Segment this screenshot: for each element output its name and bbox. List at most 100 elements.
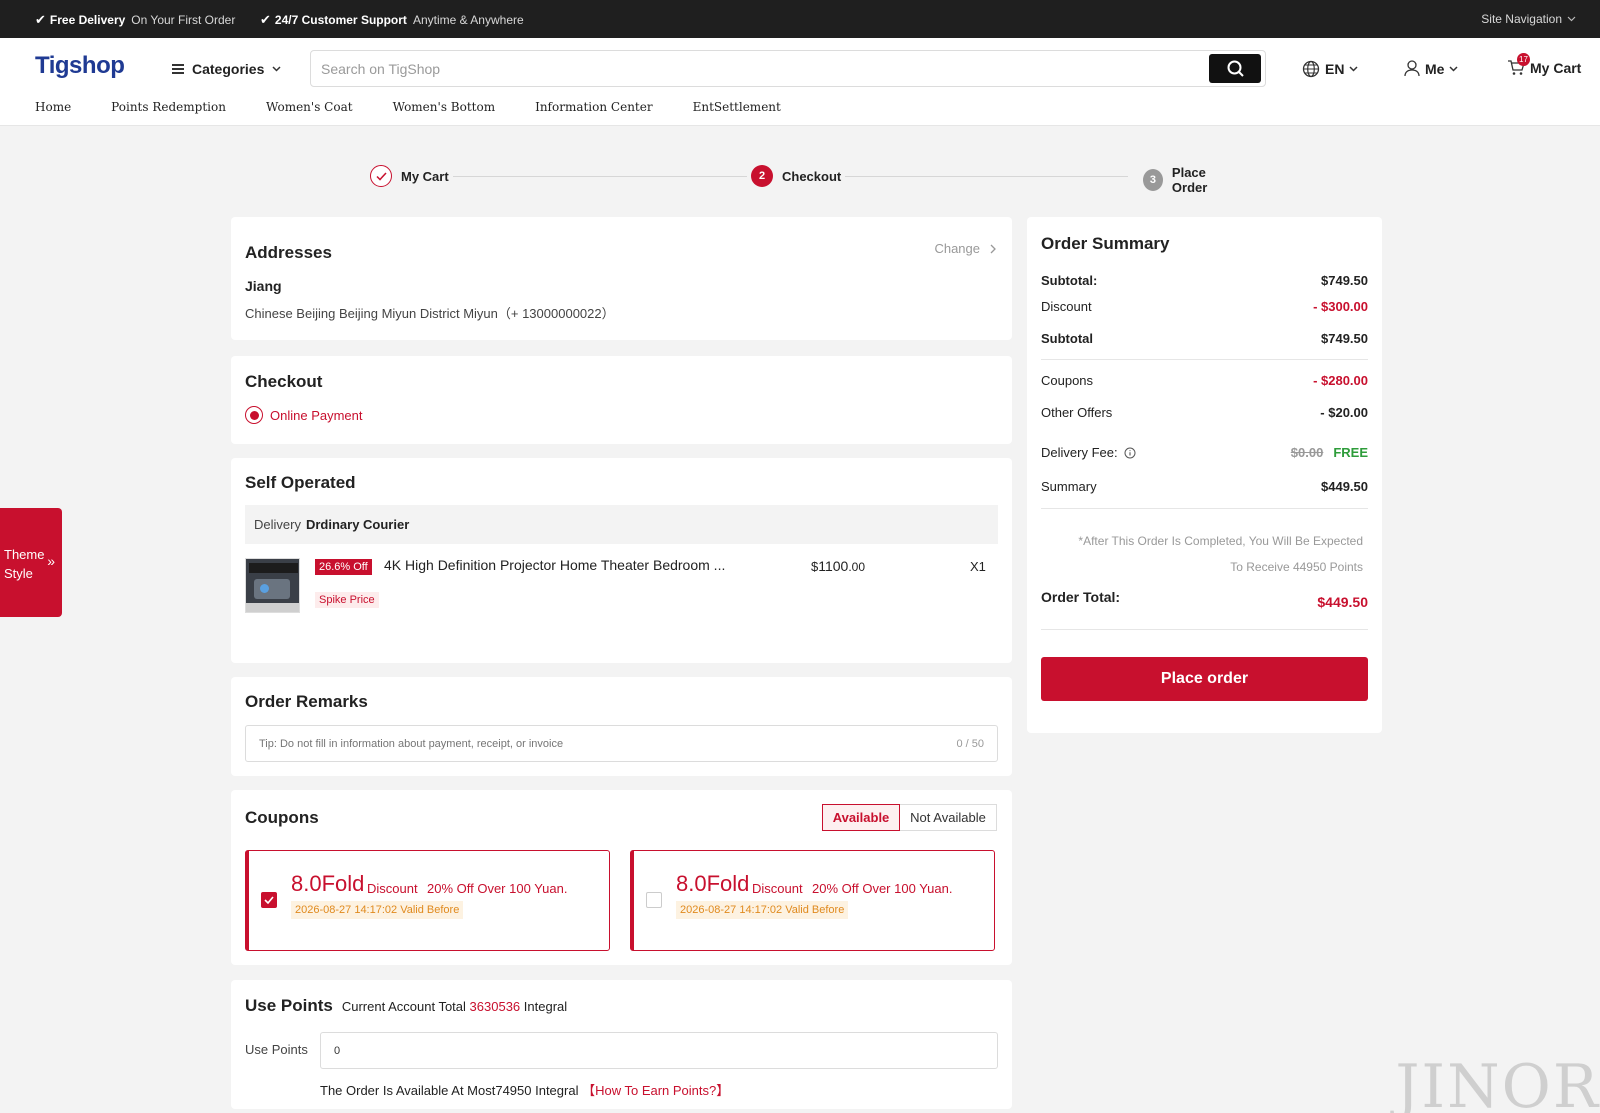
nav-information-center[interactable]: Information Center bbox=[535, 100, 653, 114]
order-summary: Order Summary Subtotal: $749.50 Discount… bbox=[1027, 217, 1382, 733]
delivery-fee-label-wrap: Delivery Fee: bbox=[1041, 445, 1136, 460]
remarks-input[interactable] bbox=[246, 726, 926, 761]
online-payment-option[interactable]: Online Payment bbox=[245, 406, 363, 424]
search-input[interactable] bbox=[311, 51, 1191, 86]
coupons-card: Coupons Available Not Available 8.0Fold … bbox=[231, 790, 1012, 965]
other-offers-label: Other Offers bbox=[1041, 405, 1113, 420]
cart-link[interactable]: 17 My Cart bbox=[1507, 53, 1582, 76]
price-decimal: .00 bbox=[848, 560, 866, 574]
tab-available[interactable]: Available bbox=[822, 804, 900, 831]
price-main: 1100 bbox=[818, 558, 849, 574]
spike-price-tag: Spike Price bbox=[315, 592, 379, 608]
cart-icon-wrap: 17 bbox=[1507, 53, 1530, 76]
coupon-type: Discount bbox=[367, 881, 418, 896]
categories-menu[interactable]: Categories bbox=[172, 61, 281, 77]
checkout-steps: My Cart 2 Checkout 3 Place Order bbox=[366, 165, 1242, 195]
nav-womens-coat[interactable]: Women's Coat bbox=[266, 100, 353, 114]
language-selector[interactable]: EN bbox=[1302, 60, 1358, 78]
theme-style-tab[interactable]: Theme Style » bbox=[0, 508, 62, 617]
chevron-down-icon bbox=[1449, 65, 1458, 72]
info-icon[interactable] bbox=[1124, 447, 1136, 459]
subtotal-value: $749.50 bbox=[1321, 273, 1368, 288]
delivery-label: Delivery bbox=[254, 517, 301, 532]
promo-free-delivery: ✔ Free Delivery On Your First Order bbox=[35, 12, 235, 28]
discount-value: - $300.00 bbox=[1313, 299, 1368, 314]
order-total-label: Order Total: bbox=[1041, 589, 1121, 605]
check-circle-icon bbox=[370, 165, 392, 187]
step-checkout: 2 Checkout bbox=[747, 165, 846, 187]
step-label: My Cart bbox=[401, 168, 449, 184]
address-detail: Chinese Beijing Beijing Miyun District M… bbox=[245, 306, 615, 321]
user-icon bbox=[1404, 60, 1420, 77]
nav-home[interactable]: Home bbox=[35, 100, 71, 114]
change-label: Change bbox=[934, 241, 980, 256]
tab-not-available[interactable]: Not Available bbox=[900, 804, 997, 831]
delivery-fee-values: $0.00 FREE bbox=[1291, 445, 1368, 460]
order-total-row: Order Total: $449.50 bbox=[1041, 589, 1368, 610]
delivery-free-label: FREE bbox=[1333, 445, 1368, 460]
coupon-valid-date: 2026-08-27 14:17:02 Valid Before bbox=[676, 901, 849, 919]
main-nav: Home Points Redemption Women's Coat Wome… bbox=[35, 100, 781, 114]
summary-label: Summary bbox=[1041, 479, 1097, 494]
chevron-right-icon bbox=[990, 244, 996, 253]
chevron-down-icon bbox=[1567, 16, 1576, 22]
shop-card: Self Operated Delivery Drdinary Courier … bbox=[231, 458, 1012, 663]
nav-womens-bottom[interactable]: Women's Bottom bbox=[393, 100, 496, 114]
remarks-counter: 0 / 50 bbox=[956, 738, 984, 750]
product-name[interactable]: 4K High Definition Projector Home Theate… bbox=[384, 557, 725, 573]
chevron-down-icon bbox=[272, 66, 281, 72]
cart-label: My Cart bbox=[1530, 60, 1582, 76]
coupons-value: - $280.00 bbox=[1313, 373, 1368, 388]
coupons-title: Coupons bbox=[245, 808, 319, 827]
search-bar bbox=[310, 50, 1266, 87]
product-image[interactable] bbox=[245, 558, 300, 613]
divider bbox=[1041, 629, 1368, 630]
remarks-title: Order Remarks bbox=[245, 692, 368, 711]
summary-title: Order Summary bbox=[1041, 234, 1170, 253]
promo-title: 24/7 Customer Support bbox=[274, 13, 407, 27]
address-title: Addresses bbox=[245, 243, 332, 262]
watermark: JINOR bbox=[1395, 1052, 1600, 1113]
step-label: Place Order bbox=[1171, 165, 1208, 195]
points-input[interactable] bbox=[321, 1033, 981, 1068]
account-suffix: Integral bbox=[523, 999, 568, 1014]
change-address-link[interactable]: Change bbox=[934, 241, 996, 256]
logo-text: Tigshop bbox=[35, 52, 125, 79]
points-note: The Order Is Available At Most74950 Inte… bbox=[320, 1080, 729, 1099]
promo-title: Free Delivery bbox=[49, 13, 126, 27]
place-order-button[interactable]: Place order bbox=[1041, 657, 1368, 701]
nav-entsettlement[interactable]: EntSettlement bbox=[693, 100, 781, 114]
coupon-rule: 20% Off Over 100 Yuan. bbox=[427, 881, 568, 896]
check-icon: ✔ bbox=[35, 12, 46, 27]
account-menu[interactable]: Me bbox=[1404, 60, 1458, 77]
site-logo[interactable]: Tigshop bbox=[35, 52, 125, 80]
address-name: Jiang bbox=[245, 278, 282, 294]
summary-discount-row: Discount - $300.00 bbox=[1041, 299, 1368, 314]
divider bbox=[1041, 508, 1368, 509]
points-expected-note: *After This Order Is Completed, You Will… bbox=[1078, 528, 1363, 580]
nav-points-redemption[interactable]: Points Redemption bbox=[111, 100, 226, 114]
promo-subtitle: On Your First Order bbox=[131, 13, 236, 27]
coupon-item[interactable]: 8.0Fold Discount 20% Off Over 100 Yuan. … bbox=[245, 850, 610, 951]
checkbox-unchecked[interactable] bbox=[646, 892, 662, 908]
payment-label: Online Payment bbox=[270, 407, 363, 423]
categories-label: Categories bbox=[192, 61, 265, 77]
double-chevron-right-icon: » bbox=[47, 553, 55, 569]
summary-total-row: Summary $449.50 bbox=[1041, 479, 1368, 494]
search-button[interactable] bbox=[1209, 54, 1261, 83]
cart-count-badge: 17 bbox=[1517, 53, 1530, 66]
payment-title: Checkout bbox=[245, 372, 323, 391]
step-number: 2 bbox=[751, 165, 773, 187]
earn-points-link[interactable]: 【How To Earn Points?】 bbox=[582, 1083, 729, 1098]
coupon-rule: 20% Off Over 100 Yuan. bbox=[812, 881, 953, 896]
promo-support: ✔ 24/7 Customer Support Anytime & Anywhe… bbox=[260, 12, 524, 28]
checkbox-checked[interactable] bbox=[261, 892, 277, 908]
site-navigation-link[interactable]: Site Navigation bbox=[1481, 12, 1576, 26]
delivery-row: Delivery Drdinary Courier bbox=[245, 505, 998, 544]
points-field bbox=[320, 1032, 998, 1069]
coupon-tabs: Available Not Available bbox=[822, 804, 997, 831]
radio-selected-icon bbox=[245, 406, 263, 424]
product-price: $1100.00 bbox=[811, 558, 865, 574]
coupon-item[interactable]: 8.0Fold Discount 20% Off Over 100 Yuan. … bbox=[630, 850, 995, 951]
divider bbox=[1041, 359, 1368, 360]
